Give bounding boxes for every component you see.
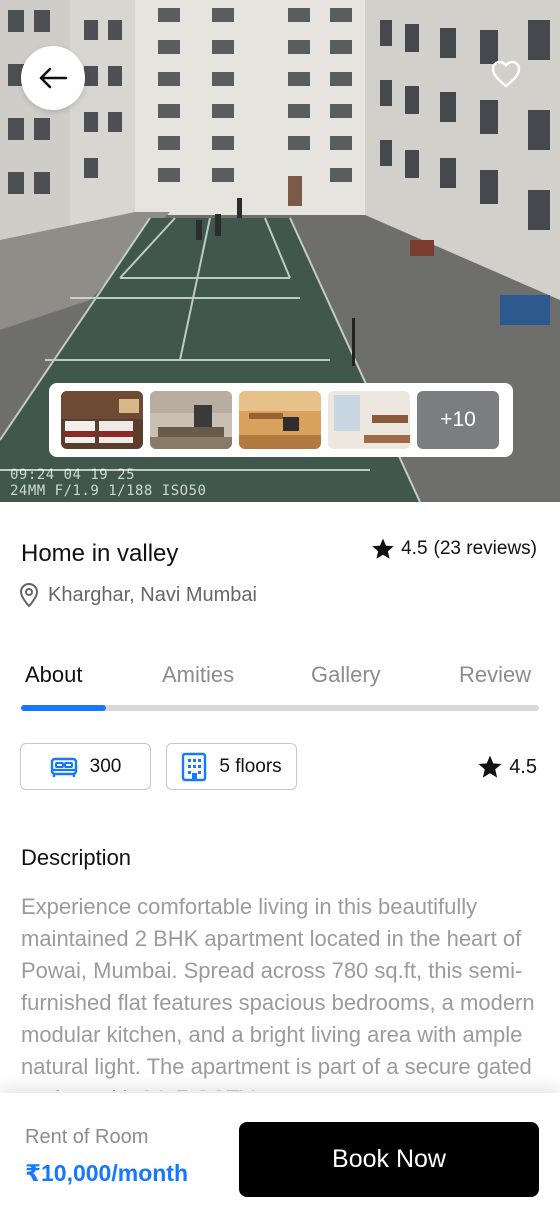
- thumbnail-4[interactable]: [328, 391, 410, 449]
- description-text: Experience comfortable living in this be…: [21, 894, 535, 1091]
- property-location: Kharghar, Navi Mumbai: [18, 582, 257, 608]
- rating-value: 4.5: [401, 538, 428, 559]
- feature-rating: 4.5: [477, 754, 537, 780]
- photo-thumbnail-strip: +10: [49, 383, 513, 457]
- tab-review[interactable]: Review: [459, 662, 531, 688]
- location-text: Kharghar, Navi Mumbai: [48, 583, 257, 606]
- location-pin-icon: [19, 582, 39, 608]
- thumbnail-3[interactable]: [239, 391, 321, 449]
- feature-rating-value: 4.5: [509, 755, 537, 778]
- property-rating: 4.5 (23 reviews): [371, 537, 537, 561]
- photo-stamp-line-2: 24MM F/1.9 1/188 ISO50: [10, 483, 207, 499]
- hero-image: +10 09:24 04 19 25 24MM F/1.9 1/188 ISO5…: [0, 0, 560, 502]
- detail-tabs: About Amities Gallery Review: [0, 662, 560, 694]
- rent-label: Rent of Room: [25, 1126, 149, 1148]
- book-now-button[interactable]: Book Now: [239, 1122, 539, 1197]
- favorite-button[interactable]: [484, 52, 528, 96]
- rent-price: ₹10,000/month: [25, 1160, 188, 1186]
- beds-chip: 300: [20, 743, 151, 790]
- more-photos-button[interactable]: +10: [417, 391, 499, 449]
- property-title: Home in valley: [21, 540, 179, 567]
- tab-amities[interactable]: Amities: [162, 662, 234, 688]
- thumbnail-1[interactable]: [61, 391, 143, 449]
- photo-timestamp: 09:24 04 19 25 24MM F/1.9 1/188 ISO50: [10, 467, 206, 499]
- reviews-count[interactable]: (23 reviews): [434, 538, 537, 560]
- back-button[interactable]: [21, 46, 85, 110]
- photo-stamp-line-1: 09:24 04 19 25: [10, 467, 136, 483]
- tab-active-indicator: [21, 705, 106, 711]
- thumbnail-2[interactable]: [150, 391, 232, 449]
- more-photos-count: +10: [440, 408, 476, 431]
- floors-chip: 5 floors: [166, 743, 297, 790]
- beds-count: 300: [89, 755, 122, 777]
- tab-about[interactable]: About: [25, 662, 83, 688]
- star-icon: [372, 538, 394, 559]
- description-heading: Description: [21, 845, 132, 870]
- star-icon: [478, 755, 502, 778]
- floors-count: 5 floors: [219, 755, 282, 777]
- heart-outline-icon: [491, 60, 521, 88]
- arrow-left-icon: [39, 67, 68, 89]
- tab-gallery[interactable]: Gallery: [311, 662, 381, 688]
- bed-icon: [50, 757, 77, 777]
- building-icon: [182, 752, 207, 781]
